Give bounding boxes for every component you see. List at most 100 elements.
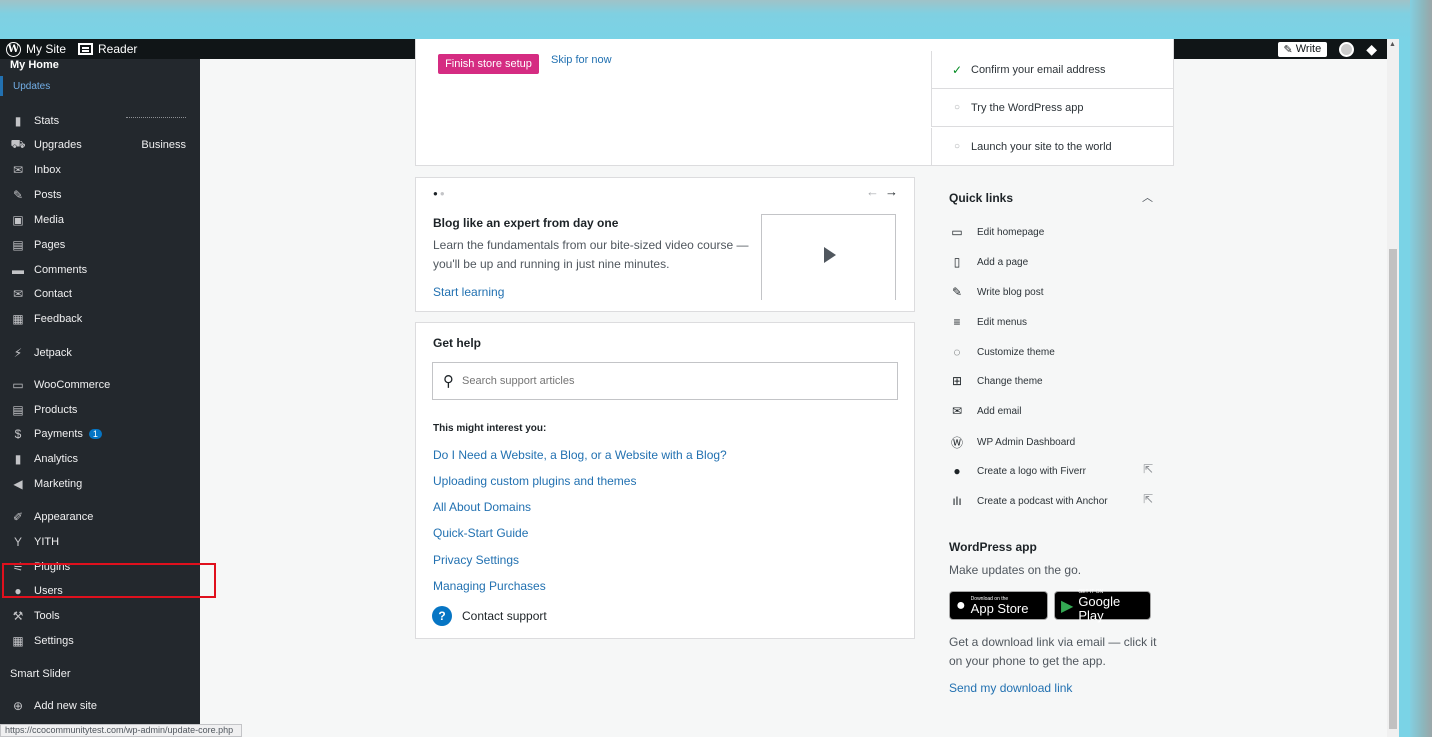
arrow-right-icon[interactable]: →: [885, 184, 898, 199]
scrollbar[interactable]: ▲: [1387, 39, 1399, 737]
sidebar-item-analytics[interactable]: ▮ Analytics: [0, 447, 200, 471]
stats-icon: ▮: [14, 114, 22, 128]
sidebar-item-comments[interactable]: ▬ Comments: [0, 258, 200, 282]
sidebar-item-products[interactable]: ▤ Products: [0, 398, 200, 422]
help-article-link[interactable]: Do I Need a Website, a Blog, or a Websit…: [433, 448, 727, 462]
sidebar-item-label: Pages: [34, 239, 66, 251]
woo-icon: ▭: [12, 378, 24, 392]
megaphone-icon: ◀: [13, 477, 23, 491]
sidebar-item-pages[interactable]: ▤ Pages: [0, 233, 200, 257]
help-article-link[interactable]: All About Domains: [433, 500, 531, 514]
help-article-link[interactable]: Privacy Settings: [433, 553, 519, 567]
search-input[interactable]: [462, 375, 862, 387]
sidebar-item-appearance[interactable]: ✐ Appearance: [0, 505, 200, 529]
wordpress-icon: W: [6, 41, 21, 57]
sidebar-item-inbox[interactable]: ✉ Inbox: [0, 158, 200, 182]
count-badge: 1: [88, 429, 102, 439]
sidebar-item-yith[interactable]: Y YITH: [0, 530, 200, 554]
checklist-label: Launch your site to the world: [971, 140, 1112, 153]
yith-icon: Y: [13, 535, 22, 549]
pencil-icon: ✎: [951, 285, 963, 299]
blog-card-body: Learn the fundamentals from our bite-siz…: [433, 238, 749, 271]
contact-support-button[interactable]: ? Contact support: [432, 606, 547, 626]
sidebar-item-marketing[interactable]: ◀ Marketing: [0, 472, 200, 496]
quick-link-label: WP Admin Dashboard: [977, 437, 1076, 448]
circle-icon: ○: [953, 102, 961, 113]
quick-link-change-theme[interactable]: ⊞ Change theme: [949, 374, 1043, 388]
checklist-item[interactable]: ○ Try the WordPress app: [931, 89, 1173, 127]
quick-link-add-email[interactable]: ✉ Add email: [949, 404, 1022, 418]
desktop-background-edge: [1410, 0, 1432, 737]
sidebar-item-label: Upgrades: [34, 139, 82, 151]
support-search[interactable]: ⚲: [432, 362, 898, 400]
comment-icon: ▬: [12, 263, 24, 277]
sidebar-item-feedback[interactable]: ▦ Feedback: [0, 307, 200, 331]
avatar[interactable]: [1339, 41, 1355, 57]
sidebar-item-posts[interactable]: ✎ Posts: [0, 183, 200, 207]
quick-link-create-a-logo-with-fiverr[interactable]: ● Create a logo with Fiverr: [949, 464, 1086, 478]
sidebar-item-add-new-site[interactable]: ⊕ Add new site: [0, 694, 200, 718]
help-article-link[interactable]: Uploading custom plugins and themes: [433, 474, 636, 488]
google-play-badge[interactable]: ▶ GET IT ON Google Play: [1054, 589, 1151, 622]
write-button[interactable]: ✎ Write: [1277, 41, 1328, 57]
start-learning-link[interactable]: Start learning: [433, 285, 504, 299]
scroll-thumb[interactable]: [1389, 249, 1397, 729]
status-bar-url: https://ccocommunitytest.com/wp-admin/up…: [0, 724, 242, 737]
sidebar-item-stats[interactable]: ▮ Stats: [0, 109, 200, 133]
sidebar-item-smart-slider[interactable]: Smart Slider: [0, 662, 200, 686]
notifications-bell-icon[interactable]: ◆: [1366, 41, 1377, 58]
checklist-item[interactable]: ✓ Confirm your email address: [931, 51, 1173, 89]
sidebar-item-settings[interactable]: ▦ Settings: [0, 629, 200, 653]
sidebar-item-payments[interactable]: $ Payments 1: [0, 422, 200, 446]
wp-app-description: Get a download link via email — click it…: [949, 635, 1157, 668]
wrench-icon: ⚒: [12, 609, 24, 623]
blog-card-title: Blog like an expert from day one: [433, 216, 619, 230]
sidebar-item-label: Marketing: [34, 478, 83, 490]
sidebar-item-updates[interactable]: Updates: [0, 76, 200, 96]
help-article-link[interactable]: Quick-Start Guide: [433, 526, 528, 540]
chevron-up-icon[interactable]: ︿: [1142, 189, 1153, 205]
sidebar-item-upgrades[interactable]: ⛟ Upgrades Business: [0, 133, 200, 157]
quick-link-label: Edit menus: [977, 316, 1028, 328]
fiverr-icon: ●: [953, 464, 961, 478]
sidebar-item-label: YITH: [34, 536, 60, 548]
quick-link-add-a-page[interactable]: ▯ Add a page: [949, 255, 1028, 269]
sidebar-item-label: Inbox: [34, 164, 61, 176]
checklist-item[interactable]: ○ Launch your site to the world: [931, 128, 1173, 166]
plan-label: Business: [141, 139, 186, 151]
finish-store-setup-button[interactable]: Finish store setup: [438, 54, 539, 74]
send-download-link[interactable]: Send my download link: [949, 681, 1072, 695]
scroll-up-icon[interactable]: ▲: [1389, 41, 1396, 48]
carousel-dots[interactable]: ●●: [433, 189, 447, 198]
quick-link-wp-admin-dashboard[interactable]: Ⓦ WP Admin Dashboard: [949, 434, 1075, 451]
sidebar-item-media[interactable]: ▣ Media: [0, 208, 200, 232]
sidebar-item-jetpack[interactable]: ⚡ Jetpack: [0, 341, 200, 365]
archive-icon: ▤: [12, 403, 24, 417]
quick-link-customize-theme[interactable]: ◌ Customize theme: [949, 345, 1054, 359]
sidebar-item-contact[interactable]: ✉ Contact: [0, 282, 200, 306]
sidebar-item-my-home[interactable]: My Home: [10, 59, 59, 71]
layout-icon: ⊞: [951, 374, 963, 388]
laptop-icon: ▭: [951, 225, 963, 239]
app-store-badge[interactable]: ● Download on the App Store: [949, 591, 1048, 620]
skip-for-now-link[interactable]: Skip for now: [551, 54, 612, 66]
reader-link[interactable]: Reader: [72, 39, 143, 59]
quick-link-label: Write blog post: [977, 286, 1044, 298]
quick-link-create-a-podcast-with-anchor[interactable]: ılı Create a podcast with Anchor: [949, 494, 1107, 508]
external-link-icon[interactable]: ⇱: [1143, 462, 1153, 476]
video-thumbnail[interactable]: [761, 214, 896, 300]
help-article-link[interactable]: Managing Purchases: [433, 579, 546, 593]
quick-link-edit-menus[interactable]: ≡ Edit menus: [949, 315, 1027, 329]
dollar-icon: $: [14, 427, 22, 441]
arrow-left-icon[interactable]: ←: [866, 184, 879, 199]
quick-link-write-blog-post[interactable]: ✎ Write blog post: [949, 285, 1044, 299]
apple-icon: ●: [956, 596, 966, 614]
carousel-arrows[interactable]: ← →: [866, 184, 898, 199]
sidebar-item-woocommerce[interactable]: ▭ WooCommerce: [0, 373, 200, 397]
quick-link-edit-homepage[interactable]: ▭ Edit homepage: [949, 225, 1044, 239]
sidebar-item-label: Add new site: [34, 700, 97, 712]
mail-icon: ✉: [12, 163, 24, 177]
my-site-link[interactable]: W My Site: [0, 39, 72, 59]
sidebar-item-tools[interactable]: ⚒ Tools: [0, 604, 200, 628]
external-link-icon[interactable]: ⇱: [1143, 492, 1153, 506]
